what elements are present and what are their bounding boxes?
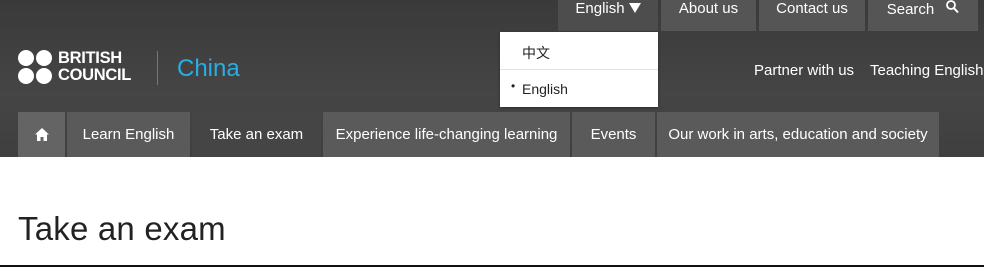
search-label: Search — [886, 1, 935, 18]
about-us-label: About us — [678, 0, 739, 17]
nav-events[interactable]: Events — [572, 112, 655, 157]
contact-us-link[interactable]: Contact us — [759, 0, 865, 31]
british-council-logo[interactable]: BRITISH COUNCIL — [18, 50, 138, 86]
nav-experience-learning[interactable]: Experience life-changing learning — [323, 112, 570, 157]
language-option-chinese[interactable]: 中文 — [500, 32, 658, 70]
nav-home[interactable] — [18, 112, 65, 157]
partner-with-us-link[interactable]: Partner with us — [754, 62, 854, 79]
logo-dot — [18, 68, 34, 84]
logo-wordmark: BRITISH COUNCIL — [58, 50, 131, 84]
teaching-english-link[interactable]: Teaching English — [870, 62, 983, 79]
site-header: English About us Contact us Search BRITI… — [0, 0, 984, 157]
logo-dot — [36, 68, 52, 84]
contact-us-label: Contact us — [776, 0, 848, 17]
language-selector-label: English — [575, 0, 625, 17]
caret-down-icon — [628, 3, 641, 13]
nav-learn-english[interactable]: Learn English — [67, 112, 190, 157]
nav-take-an-exam[interactable]: Take an exam — [192, 112, 321, 157]
nav-our-work[interactable]: Our work in arts, education and society — [657, 112, 939, 157]
logo-dots-icon — [18, 50, 54, 86]
logo-dot — [18, 50, 34, 66]
language-option-english[interactable]: • English — [500, 70, 658, 107]
country-name[interactable]: China — [177, 55, 240, 83]
page-title: Take an exam — [18, 210, 226, 247]
search-button[interactable]: Search — [868, 0, 978, 31]
logo-line-2: COUNCIL — [58, 66, 132, 84]
selected-bullet-icon: • — [511, 79, 516, 93]
logo-dot — [36, 50, 52, 66]
logo-line-1: BRITISH — [58, 49, 122, 67]
language-dropdown: 中文 • English — [500, 32, 658, 107]
home-icon — [34, 128, 49, 141]
language-option-chinese-label: 中文 — [522, 45, 550, 61]
language-option-english-label: English — [522, 81, 568, 97]
about-us-link[interactable]: About us — [661, 0, 756, 31]
language-selector[interactable]: English — [558, 0, 658, 31]
logo-divider — [157, 51, 158, 85]
search-icon — [946, 0, 959, 14]
